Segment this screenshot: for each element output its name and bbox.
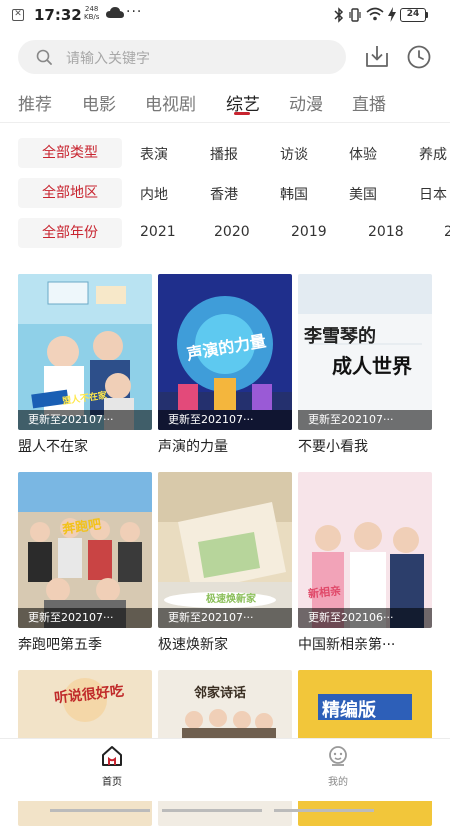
poster-image [18, 472, 152, 628]
gesture-segment [274, 809, 374, 812]
filter-row-year: 全部年份 2021 2020 2019 2018 2 [0, 218, 450, 248]
update-badge: 更新至202107··· [158, 410, 292, 430]
poster-image [298, 472, 432, 628]
filter-chip[interactable]: 美国 [349, 184, 377, 204]
nav-mine-label: 我的 [328, 777, 348, 788]
poster: 极速焕新家 更新至202107··· [158, 472, 292, 628]
nav-home[interactable]: 首页 [72, 745, 152, 788]
battery-cap [426, 12, 428, 18]
filter-chip[interactable]: 2019 [291, 224, 327, 240]
filter-all-regions[interactable]: 全部地区 [18, 178, 122, 208]
filter-all-types[interactable]: 全部类型 [18, 138, 122, 168]
tab-tv-series[interactable]: 电视剧 [145, 90, 196, 115]
bluetooth-icon [334, 7, 344, 23]
filter-chip[interactable]: 表演 [140, 144, 168, 164]
search-bar[interactable]: 请输入关键字 [18, 40, 346, 74]
search-icon [36, 49, 52, 65]
show-title: 极速焕新家 [158, 637, 228, 653]
network-speed: 248 KB/s [84, 5, 99, 21]
home-icon [102, 746, 122, 766]
bottom-navigation: 首页 我的 [0, 738, 450, 801]
poster: 李雪琴的 成人世界 更新至202107··· [298, 274, 432, 430]
gesture-segment [50, 809, 150, 812]
poster-logo: 新相亲 [307, 584, 342, 601]
tab-live[interactable]: 直播 [352, 90, 386, 115]
filter-chip[interactable]: 内地 [140, 184, 168, 204]
profile-icon [329, 746, 347, 766]
tab-recommend[interactable]: 推荐 [18, 90, 52, 115]
show-title: 盟人不在家 [18, 439, 88, 455]
category-tabs: 推荐 电影 电视剧 综艺 动漫 直播 [0, 82, 450, 122]
update-badge: 更新至202107··· [298, 410, 432, 430]
filter-chip[interactable]: 日本 [419, 184, 447, 204]
filter-chip[interactable]: 2021 [140, 224, 176, 240]
update-badge: 更新至202107··· [18, 410, 152, 430]
history-icon[interactable] [406, 44, 432, 70]
battery-icon: 24 [400, 8, 426, 22]
tab-movies[interactable]: 电影 [82, 90, 116, 115]
wifi-icon [366, 7, 384, 21]
filter-all-years[interactable]: 全部年份 [18, 218, 122, 248]
update-badge: 更新至202107··· [18, 608, 152, 628]
download-icon[interactable] [364, 44, 390, 68]
poster: 奔跑吧 更新至202107··· [18, 472, 152, 628]
poster: 新相亲 更新至202106··· [298, 472, 432, 628]
poster-logo: 成人世界 [332, 354, 412, 378]
show-title: 中国新相亲第··· [298, 637, 396, 653]
divider [0, 122, 450, 123]
status-time: 17:32 [34, 6, 82, 24]
more-notifications-icon: ··· [126, 4, 143, 20]
filter-row-region: 全部地区 内地 香港 韩国 美国 日本 [0, 178, 450, 208]
show-title: 奔跑吧第五季 [18, 637, 102, 653]
speed-value: 248 [85, 5, 99, 13]
filter-chip[interactable]: 养成 [419, 144, 447, 164]
show-title: 声演的力量 [158, 439, 228, 455]
active-tab-indicator [234, 112, 250, 115]
poster: 声演的力量 更新至202107··· [158, 274, 292, 430]
show-title: 不要小看我 [298, 439, 368, 455]
filter-chip[interactable]: 2018 [368, 224, 404, 240]
poster-logo: 极速焕新家 [206, 594, 256, 605]
filter-chip[interactable]: 2 [444, 224, 450, 240]
status-bar: ✕ 17:32 248 KB/s ··· 24 [0, 0, 450, 30]
filter-chip[interactable]: 2020 [214, 224, 250, 240]
filter-chip[interactable]: 播报 [210, 144, 238, 164]
gesture-segment [162, 809, 262, 812]
filter-chip[interactable]: 体验 [349, 144, 377, 164]
nav-home-label: 首页 [102, 777, 122, 788]
cloud-icon [106, 7, 124, 18]
poster: 盟人不在家 更新至202107··· [18, 274, 152, 430]
poster-logo: 李雪琴的 [304, 326, 376, 347]
poster-logo: 精编版 [322, 700, 376, 721]
notification-close-icon: ✕ [12, 9, 24, 21]
update-badge: 更新至202106··· [298, 608, 432, 628]
filter-chip[interactable]: 香港 [210, 184, 238, 204]
update-badge: 更新至202107··· [158, 608, 292, 628]
filter-chip[interactable]: 韩国 [280, 184, 308, 204]
search-placeholder: 请输入关键字 [66, 51, 150, 67]
filter-chip[interactable]: 访谈 [280, 144, 308, 164]
poster-logo: 邻家诗话 [194, 686, 247, 701]
nav-mine[interactable]: 我的 [298, 745, 378, 788]
speed-unit: KB/s [84, 13, 100, 21]
filter-row-type: 全部类型 表演 播报 访谈 体验 养成 [0, 138, 450, 168]
poster-image [18, 274, 152, 430]
tab-anime[interactable]: 动漫 [289, 90, 323, 115]
charging-icon [388, 7, 396, 22]
vibrate-icon [349, 8, 361, 22]
